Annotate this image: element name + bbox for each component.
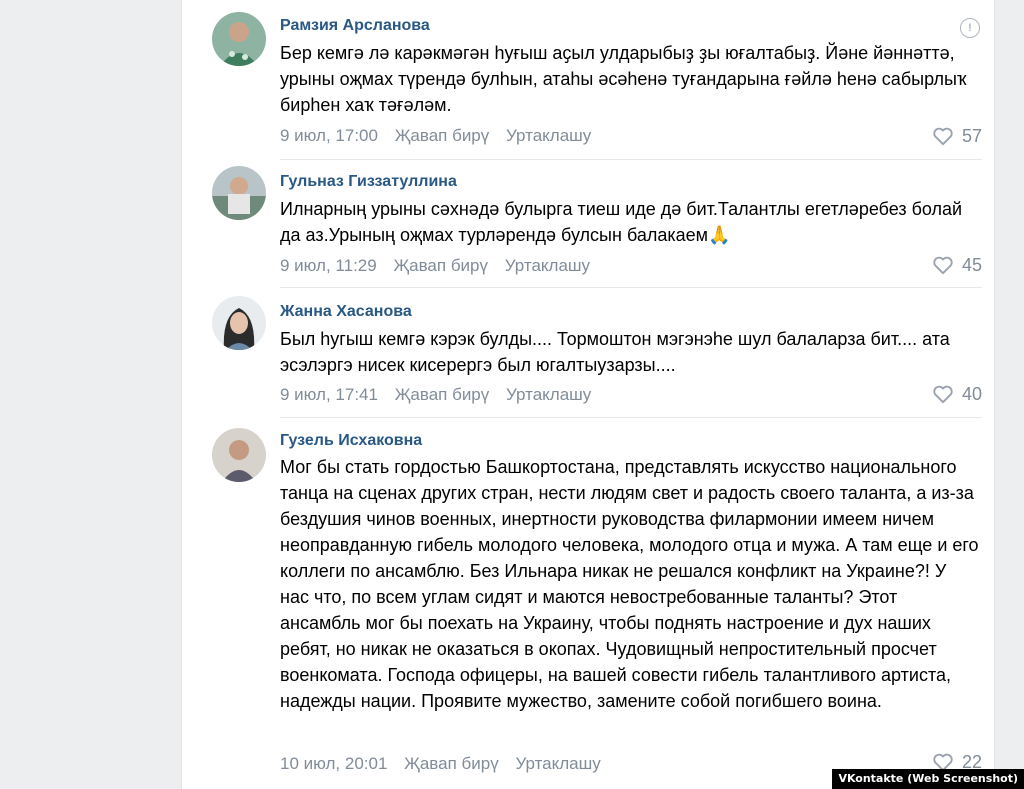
avatar[interactable] <box>212 296 266 350</box>
like-button[interactable]: 45 <box>932 254 982 276</box>
comments-panel: Рамзия Арсланова ! Бер кемгә лә карәкмәг… <box>181 0 995 789</box>
like-count: 45 <box>961 255 982 275</box>
comment-text: Бер кемгә лә карәкмәгән һуғыш аҫыл улдар… <box>280 43 972 115</box>
comment-time[interactable]: 9 июл, 11:29 <box>280 256 377 275</box>
comment-text: Мог бы стать гордостью Башкортостана, пр… <box>280 457 984 711</box>
divider <box>280 287 982 288</box>
share-link[interactable]: Уртаклашу <box>506 126 591 145</box>
comment-time[interactable]: 9 июл, 17:41 <box>280 385 378 404</box>
avatar[interactable] <box>212 12 266 66</box>
like-button[interactable]: 40 <box>932 383 982 405</box>
reply-link[interactable]: Җавап бирү <box>395 126 490 145</box>
source-watermark: VKontakte (Web Screenshot) <box>832 769 1024 789</box>
comment-meta: 9 июл, 11:29 Җавап бирү Уртаклашу <box>280 255 602 277</box>
author-name[interactable]: Жанна Хасанова <box>280 302 412 322</box>
author-name[interactable]: Гульназ Гиззатуллина <box>280 172 457 192</box>
like-count: 40 <box>961 384 982 404</box>
like-count: 57 <box>961 126 982 146</box>
reply-link[interactable]: Җавап бирү <box>393 256 488 275</box>
comment-text: Был һугыш кемгә кэрэк булды.... Тормошто… <box>280 329 955 375</box>
heart-icon <box>933 385 953 404</box>
comment-meta: 9 июл, 17:41 Җавап бирү Уртаклашу <box>280 384 603 406</box>
comment-meta: 9 июл, 17:00 Җавап бирү Уртаклашу <box>280 125 603 147</box>
heart-icon <box>933 127 953 146</box>
reply-link[interactable]: Җавап бирү <box>395 385 490 404</box>
avatar[interactable] <box>212 428 266 482</box>
comment-meta: 10 июл, 20:01 Җавап бирү Уртаклашу <box>280 753 613 775</box>
report-icon[interactable]: ! <box>960 18 980 38</box>
comment-time[interactable]: 9 июл, 17:00 <box>280 126 378 145</box>
divider <box>280 417 982 418</box>
comment-text: Илнарның урыны сәхнәдә булырга тиеш иде … <box>280 199 968 245</box>
share-link[interactable]: Уртаклашу <box>506 385 591 404</box>
share-link[interactable]: Уртаклашу <box>505 256 590 275</box>
divider <box>280 159 982 160</box>
author-name[interactable]: Гузель Исхаковна <box>280 431 422 451</box>
share-link[interactable]: Уртаклашу <box>515 754 600 773</box>
avatar[interactable] <box>212 166 266 220</box>
comment-time[interactable]: 10 июл, 20:01 <box>280 754 387 773</box>
heart-icon <box>933 256 953 275</box>
author-name[interactable]: Рамзия Арсланова <box>280 16 430 36</box>
like-button[interactable]: 57 <box>932 125 982 147</box>
reply-link[interactable]: Җавап бирү <box>404 754 499 773</box>
